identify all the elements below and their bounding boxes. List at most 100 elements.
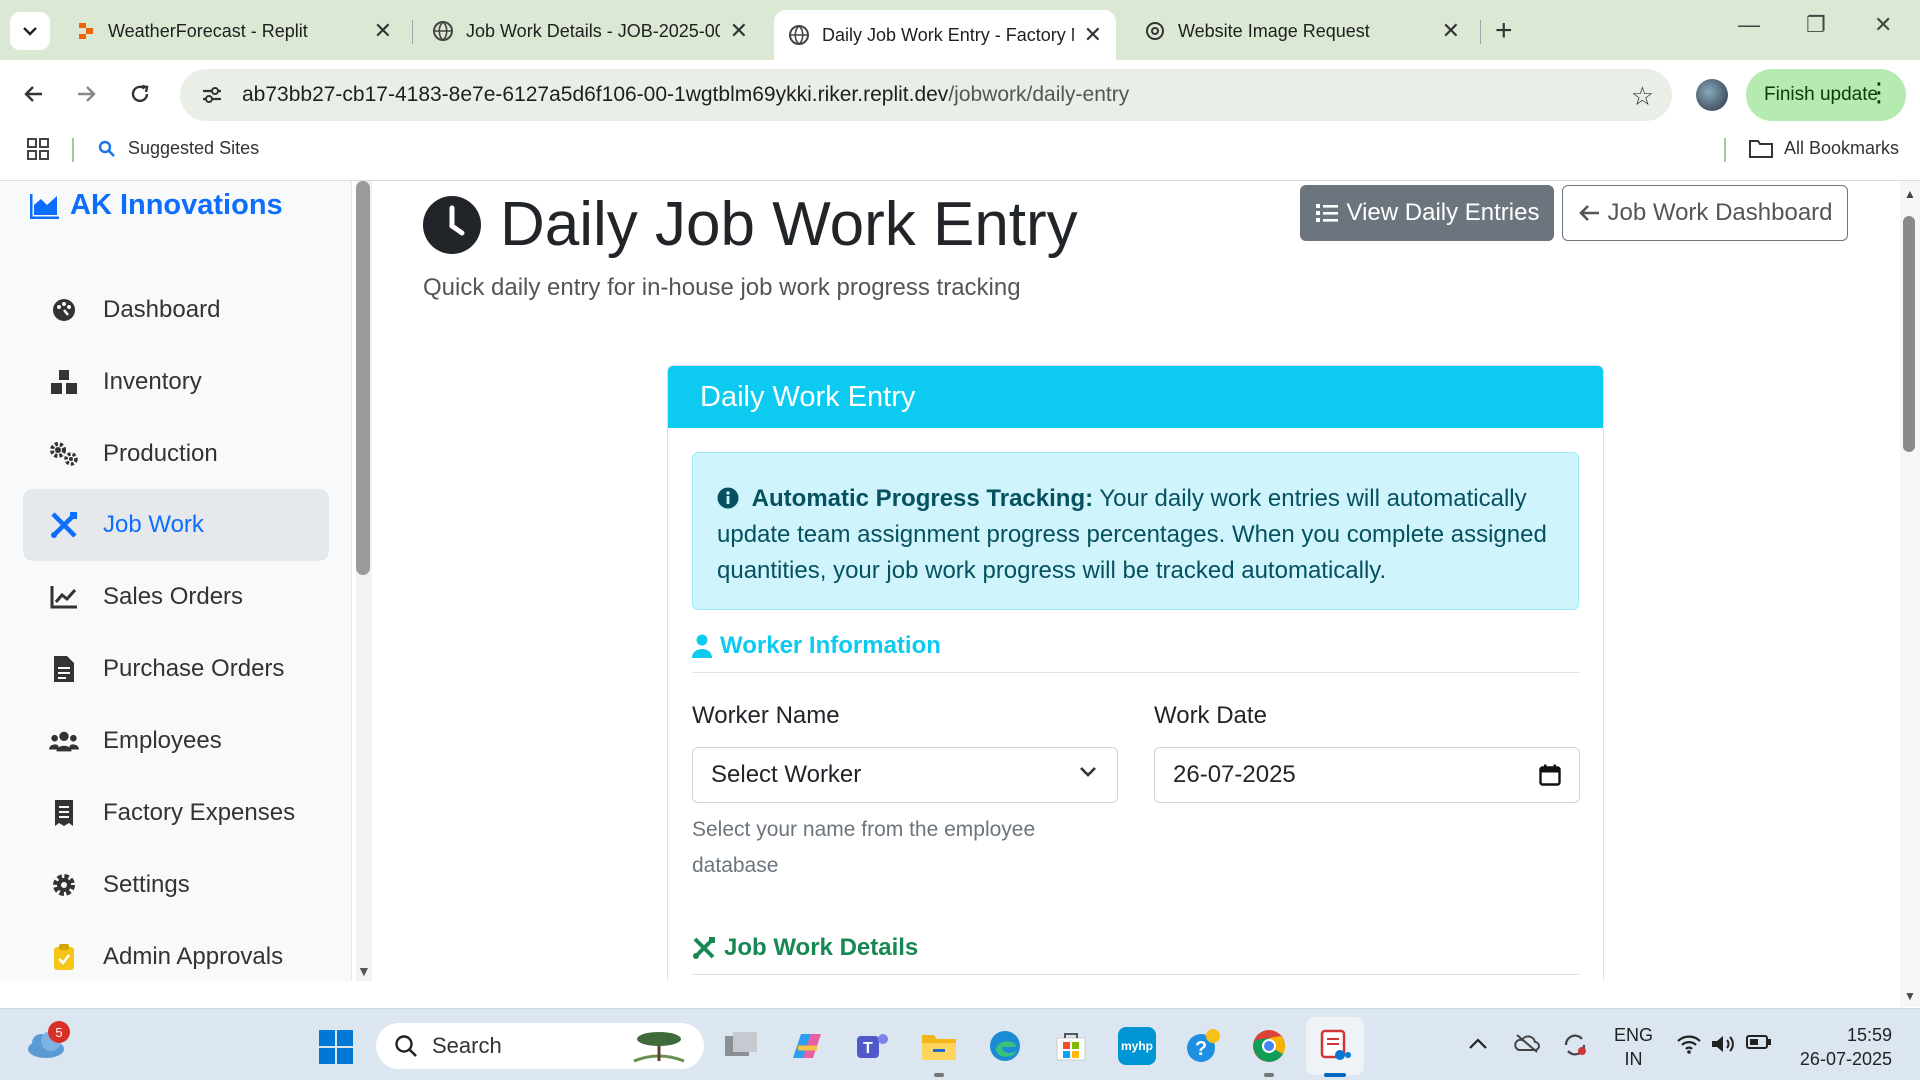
- restore-icon[interactable]: ❐: [1806, 12, 1826, 38]
- url-host: ab73bb27-cb17-4183-8e7e-6127a5d6f106-00-…: [242, 83, 949, 106]
- sidebar-item-factory-expenses[interactable]: Factory Expenses: [23, 777, 329, 849]
- notification-badge: 5: [48, 1021, 70, 1043]
- job-work-details-heading: Job Work Details: [692, 934, 1579, 975]
- all-bookmarks-button[interactable]: All Bookmarks: [1748, 137, 1899, 159]
- button-label: Job Work Dashboard: [1607, 199, 1833, 226]
- help-icon[interactable]: ?: [1184, 1027, 1222, 1065]
- profile-avatar[interactable]: [1696, 79, 1728, 111]
- tab-title: Daily Job Work Entry - Factory M: [822, 24, 1074, 45]
- button-label: View Daily Entries: [1346, 199, 1540, 226]
- close-icon[interactable]: ✕: [730, 18, 748, 44]
- arrow-left-icon: [24, 86, 42, 102]
- task-view-icon[interactable]: [722, 1027, 760, 1065]
- search-icon: [98, 140, 115, 157]
- worker-select-value: Select Worker: [711, 761, 862, 788]
- calendar-icon[interactable]: [1539, 764, 1561, 786]
- tools-icon: [692, 936, 716, 960]
- apps-grid-icon[interactable]: [26, 137, 50, 166]
- tab-weatherforecast[interactable]: WeatherForecast - Replit ✕: [62, 10, 406, 52]
- tab-search-button[interactable]: [10, 12, 50, 50]
- language-indicator[interactable]: ENG IN: [1614, 1023, 1653, 1071]
- tab-title: WeatherForecast - Replit: [108, 20, 308, 41]
- clipboard-icon: [49, 942, 79, 972]
- scroll-down-arrow-icon[interactable]: ▼: [357, 963, 371, 979]
- wifi-icon[interactable]: [1676, 1033, 1702, 1061]
- scroll-down-arrow-icon[interactable]: ▼: [1904, 989, 1916, 1003]
- onedrive-offline-icon[interactable]: [1514, 1033, 1540, 1059]
- scrollbar-thumb[interactable]: [1903, 216, 1915, 452]
- tab-daily-job-work-entry[interactable]: Daily Job Work Entry - Factory M ✕: [774, 10, 1116, 60]
- worker-select[interactable]: Select Worker: [692, 747, 1118, 803]
- worker-information-heading: Worker Information: [692, 632, 1579, 673]
- tab-separator: [412, 20, 413, 44]
- sidebar-item-purchase-orders[interactable]: Purchase Orders: [23, 633, 329, 705]
- file-explorer-icon[interactable]: [920, 1027, 958, 1077]
- close-icon[interactable]: ✕: [374, 18, 392, 44]
- work-date-input[interactable]: 26-07-2025: [1154, 747, 1580, 803]
- reload-button[interactable]: [124, 78, 156, 110]
- sidebar-item-label: Factory Expenses: [103, 799, 296, 826]
- bookmark-star-icon[interactable]: ☆: [1631, 81, 1654, 112]
- back-button[interactable]: [18, 78, 50, 110]
- more-menu-icon[interactable]: ⋮: [1866, 79, 1892, 105]
- windows-start-icon[interactable]: [318, 1029, 354, 1070]
- scrollbar-thumb[interactable]: [356, 181, 370, 575]
- sidebar-item-label: Job Work: [103, 511, 204, 538]
- windows-taskbar: 5 Search T myhp ? ENG IN 15:59 26-07-202…: [0, 1008, 1920, 1080]
- page-scrollbar[interactable]: ▲ ▼: [1900, 181, 1920, 1007]
- users-icon: [49, 726, 79, 756]
- sidebar-item-inventory[interactable]: Inventory: [23, 346, 329, 418]
- clock-icon: [423, 195, 481, 254]
- chevron-down-icon: [1080, 767, 1096, 777]
- svg-text:T: T: [863, 1040, 873, 1057]
- card-header: Daily Work Entry: [668, 366, 1603, 428]
- job-work-dashboard-button[interactable]: Job Work Dashboard: [1562, 185, 1848, 241]
- taskbar-clock[interactable]: 15:59 26-07-2025: [1796, 1023, 1892, 1071]
- close-icon[interactable]: ✕: [1442, 18, 1460, 44]
- chevron-down-icon: [23, 27, 37, 36]
- bookmark-label: Suggested Sites: [128, 138, 260, 158]
- tab-website-image-request[interactable]: Website Image Request ✕: [1130, 10, 1474, 52]
- close-window-icon[interactable]: ✕: [1874, 12, 1892, 38]
- scroll-up-arrow-icon[interactable]: ▲: [1904, 187, 1916, 201]
- sidebar-item-admin-approvals[interactable]: Admin Approvals: [23, 921, 329, 993]
- cogs-icon: [49, 439, 79, 469]
- address-bar[interactable]: ab73bb27-cb17-4183-8e7e-6127a5d6f106-00-…: [180, 69, 1672, 121]
- microsoft-store-icon[interactable]: [1052, 1027, 1090, 1065]
- view-daily-entries-button[interactable]: View Daily Entries: [1300, 185, 1554, 241]
- battery-icon[interactable]: [1746, 1033, 1772, 1057]
- teams-icon[interactable]: T: [854, 1027, 892, 1065]
- section-title: Job Work Details: [724, 934, 919, 961]
- page-title: Daily Job Work Entry: [422, 189, 1078, 260]
- myhp-icon[interactable]: myhp: [1118, 1027, 1156, 1065]
- sidebar-scrollbar[interactable]: ▼: [356, 181, 372, 981]
- chrome-icon[interactable]: [1250, 1027, 1288, 1077]
- sidebar-item-employees[interactable]: Employees: [23, 705, 329, 777]
- replit-icon: [79, 23, 93, 39]
- bookmark-suggested-sites[interactable]: Suggested Sites: [98, 138, 259, 159]
- url-path: /jobwork/daily-entry: [948, 83, 1130, 106]
- sidebar-item-settings[interactable]: Settings: [23, 849, 329, 921]
- language-code: ENG: [1614, 1025, 1654, 1045]
- minimize-icon[interactable]: —: [1738, 12, 1760, 38]
- close-icon[interactable]: ✕: [1084, 22, 1102, 48]
- forward-button[interactable]: [70, 78, 102, 110]
- openai-icon: [1146, 22, 1164, 40]
- sidebar-item-dashboard[interactable]: Dashboard: [23, 274, 329, 346]
- edge-icon[interactable]: [986, 1027, 1024, 1065]
- finish-update-button[interactable]: Finish update ⋮: [1746, 69, 1906, 121]
- sidebar-item-sales-orders[interactable]: Sales Orders: [23, 561, 329, 633]
- sidebar-item-production[interactable]: Production: [23, 418, 329, 490]
- taskbar-search[interactable]: Search: [376, 1023, 704, 1069]
- sidebar-item-job-work[interactable]: Job Work: [23, 489, 329, 561]
- snipping-tool-icon[interactable]: [1316, 1027, 1354, 1065]
- site-info-icon[interactable]: [196, 79, 228, 111]
- sidebar-item-label: Sales Orders: [103, 583, 244, 610]
- boxes-icon: [49, 367, 79, 397]
- tab-job-work-details[interactable]: Job Work Details - JOB-2025-00 ✕: [418, 10, 762, 52]
- sync-icon[interactable]: [1562, 1033, 1588, 1063]
- copilot-icon[interactable]: [788, 1027, 826, 1065]
- tray-chevron-up-icon[interactable]: [1468, 1033, 1488, 1056]
- volume-icon[interactable]: [1710, 1033, 1736, 1061]
- new-tab-button[interactable]: +: [1495, 14, 1513, 48]
